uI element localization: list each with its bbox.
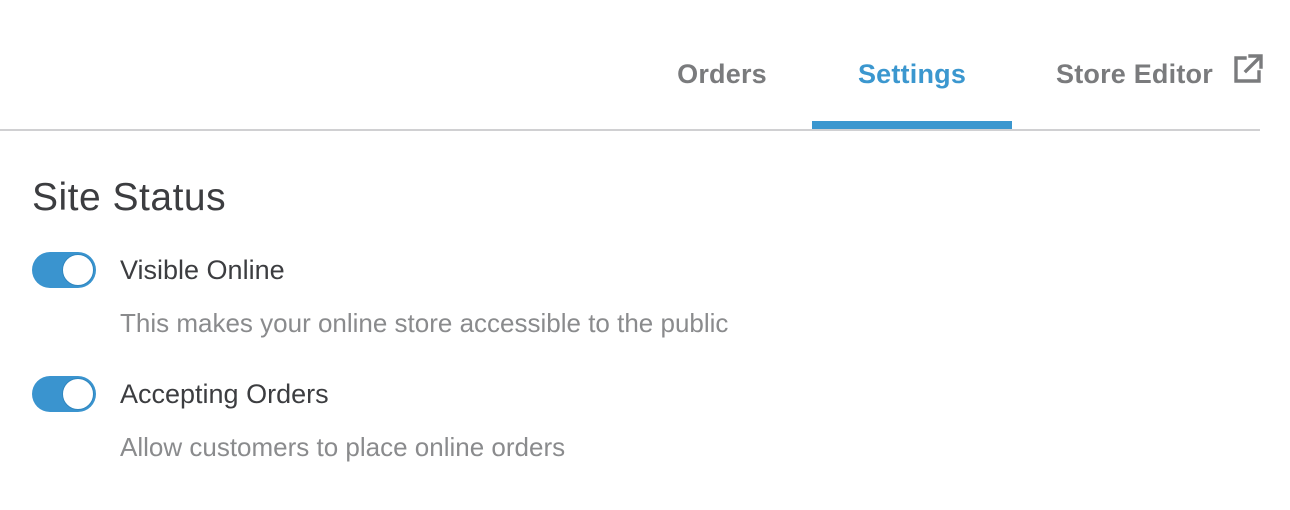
tab-orders[interactable]: Orders xyxy=(660,0,784,129)
tab-bar: Orders Settings Store Editor xyxy=(0,0,1263,131)
visible-online-toggle[interactable] xyxy=(32,252,96,288)
section-title-site-status: Site Status xyxy=(32,176,227,219)
tab-orders-label: Orders xyxy=(677,59,767,89)
active-tab-indicator xyxy=(812,121,1012,129)
tab-settings[interactable]: Settings xyxy=(812,0,1012,129)
toggle-knob xyxy=(62,254,94,286)
tab-settings-label: Settings xyxy=(857,59,967,89)
visible-online-label: Visible Online xyxy=(120,255,285,285)
accepting-orders-label: Accepting Orders xyxy=(120,379,329,409)
accepting-orders-description: Allow customers to place online orders xyxy=(120,432,566,462)
external-link-icon xyxy=(1234,54,1263,83)
visible-online-description: This makes your online store accessible … xyxy=(120,308,729,338)
toggle-knob xyxy=(62,378,94,410)
tab-store-editor[interactable]: Store Editor xyxy=(1040,0,1270,129)
accepting-orders-toggle[interactable] xyxy=(32,376,96,412)
tab-store-editor-label: Store Editor xyxy=(1056,59,1213,89)
settings-page: Orders Settings Store Editor Site Status… xyxy=(0,0,1290,510)
